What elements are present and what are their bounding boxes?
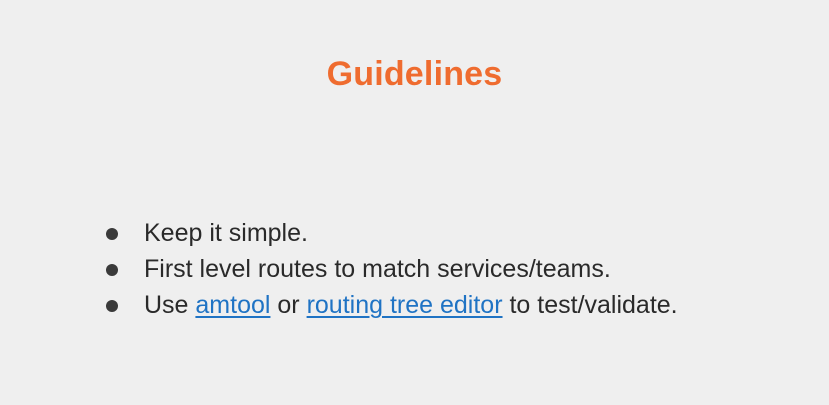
bullet-text: Keep it simple.	[144, 219, 308, 247]
bullet-text-prefix: Use	[144, 291, 196, 319]
bullet-item-test-validate: Use amtool or routing tree editor to tes…	[100, 287, 820, 323]
slide-title: Guidelines	[326, 55, 503, 93]
bullet-text: First level routes to match services/tea…	[144, 255, 611, 283]
bullet-dot-icon	[106, 264, 118, 276]
bullet-item-keep-simple: Keep it simple.	[100, 215, 820, 251]
bullet-text-suffix: to test/validate.	[502, 291, 678, 319]
bullet-dot-icon	[106, 228, 118, 240]
bullet-item-first-level-routes: First level routes to match services/tea…	[100, 251, 820, 287]
routing-tree-editor-link[interactable]: routing tree editor	[307, 291, 503, 319]
bullet-dot-icon	[106, 300, 118, 312]
slide: Guidelines Keep it simple. First level r…	[0, 0, 829, 405]
amtool-link[interactable]: amtool	[195, 291, 270, 319]
bullet-list: Keep it simple. First level routes to ma…	[100, 215, 820, 323]
bullet-text-middle: or	[270, 291, 307, 319]
